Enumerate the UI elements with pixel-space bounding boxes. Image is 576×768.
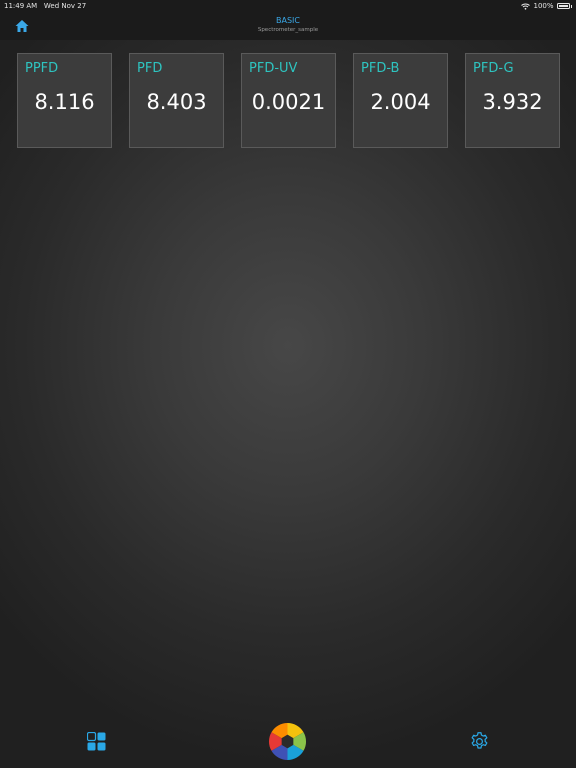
tile-pfd-b[interactable]: PFD-B 2.004 [353, 53, 448, 148]
tile-label: PPFD [25, 61, 59, 76]
nav-bar: BASIC Spectrometer_sample [0, 12, 576, 40]
app-screen: 11:49 AM Wed Nov 27 100% BASIC Spectrome… [0, 0, 576, 768]
tile-value: 3.932 [482, 90, 543, 114]
status-time: 11:49 AM Wed Nov 27 [4, 2, 86, 10]
tile-value: 2.004 [370, 90, 431, 114]
battery-percent: 100% [533, 2, 554, 10]
gear-icon[interactable] [469, 731, 490, 752]
tile-label: PFD [137, 61, 163, 76]
page-subtitle: Spectrometer_sample [257, 27, 319, 33]
tile-pfd-g[interactable]: PFD-G 3.932 [465, 53, 560, 148]
aperture-icon[interactable] [268, 722, 307, 761]
tile-value: 0.0021 [251, 90, 326, 114]
battery-tip [570, 4, 572, 8]
tile-value: 8.403 [146, 90, 207, 114]
status-bar: 11:49 AM Wed Nov 27 100% [0, 0, 576, 12]
tile-ppfd[interactable]: PPFD 8.116 [17, 53, 112, 148]
measurement-tiles: PPFD 8.116 PFD 8.403 PFD-UV 0.0021 PFD-B… [17, 53, 560, 148]
tile-label: PFD-B [361, 61, 400, 76]
grid-icon[interactable] [87, 732, 106, 751]
tile-pfd-uv[interactable]: PFD-UV 0.0021 [241, 53, 336, 148]
battery-icon [556, 3, 570, 9]
tile-label: PFD-UV [249, 61, 298, 76]
status-right: 100% [521, 2, 572, 10]
page-title: BASIC [276, 16, 300, 25]
wifi-icon [521, 3, 531, 10]
status-time-text: 11:49 AM [4, 2, 38, 10]
tile-pfd[interactable]: PFD 8.403 [129, 53, 224, 148]
status-date-text: Wed Nov 27 [43, 2, 87, 10]
tile-label: PFD-G [473, 61, 514, 76]
bottom-toolbar [0, 720, 576, 768]
tile-value: 8.116 [34, 90, 95, 114]
